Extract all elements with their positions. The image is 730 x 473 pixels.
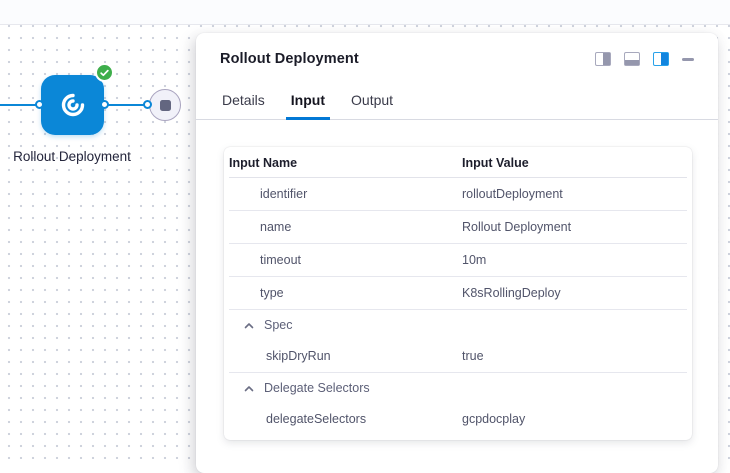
- input-row: skipDryRuntrue: [229, 340, 687, 373]
- chevron-up-icon[interactable]: [244, 322, 254, 329]
- step-details-panel: Rollout Deployment Details Input Output In…: [196, 33, 718, 473]
- tab-output[interactable]: Output: [349, 83, 395, 119]
- input-name: timeout: [229, 253, 462, 267]
- group-label: Spec: [264, 318, 293, 332]
- inputs-card: Input Name Input Value identifierrollout…: [224, 147, 692, 440]
- input-value: true: [462, 349, 687, 363]
- table-header-row: Input Name Input Value: [229, 148, 687, 178]
- minimize-icon[interactable]: [682, 58, 694, 61]
- layout-bottom-pane-icon[interactable]: [624, 52, 640, 66]
- input-row: delegateSelectorsgcpdocplay: [229, 403, 687, 435]
- input-row: nameRollout Deployment: [229, 211, 687, 244]
- node-label: Rollout Deployment: [12, 146, 132, 168]
- input-name: type: [229, 286, 462, 300]
- input-name: identifier: [229, 187, 462, 201]
- stop-square-icon: [160, 100, 171, 111]
- input-row: timeout10m: [229, 244, 687, 277]
- input-table-body: identifierrolloutDeploymentnameRollout D…: [229, 178, 687, 435]
- check-badge-icon: [95, 63, 114, 82]
- input-value: 10m: [462, 253, 687, 267]
- chevron-up-icon[interactable]: [244, 385, 254, 392]
- layout-right-pane-icon[interactable]: [595, 52, 611, 66]
- node-port-left[interactable]: [35, 100, 44, 109]
- input-value: K8sRollingDeploy: [462, 286, 687, 300]
- layout-right-pane-active-icon[interactable]: [653, 52, 669, 66]
- input-value: gcpdocplay: [462, 412, 687, 426]
- top-toolbar: [0, 0, 730, 25]
- column-header-input-value: Input Value: [462, 156, 687, 170]
- panel-tabs: Details Input Output: [196, 83, 718, 120]
- collapsible-group-row[interactable]: Delegate Selectors: [229, 373, 687, 403]
- stage-end-node[interactable]: [149, 89, 181, 121]
- input-value: rolloutDeployment: [462, 187, 687, 201]
- input-row: typeK8sRollingDeploy: [229, 277, 687, 310]
- rollout-spiral-icon: [58, 90, 88, 120]
- end-node-port[interactable]: [143, 100, 152, 109]
- group-label: Delegate Selectors: [264, 381, 370, 395]
- column-header-input-name: Input Name: [229, 156, 462, 170]
- tab-input[interactable]: Input: [289, 83, 327, 119]
- collapsible-group-row[interactable]: Spec: [229, 310, 687, 340]
- input-row: identifierrolloutDeployment: [229, 178, 687, 211]
- tab-details[interactable]: Details: [220, 83, 267, 119]
- edge-incoming: [0, 104, 37, 106]
- step-node-rollout-deployment[interactable]: [41, 75, 104, 135]
- node-port-right[interactable]: [100, 100, 109, 109]
- input-value: Rollout Deployment: [462, 220, 687, 234]
- input-name: skipDryRun: [229, 349, 462, 363]
- panel-title: Rollout Deployment: [220, 51, 359, 67]
- edge-outgoing: [107, 104, 145, 106]
- input-name: name: [229, 220, 462, 234]
- input-name: delegateSelectors: [229, 412, 462, 426]
- panel-header: Rollout Deployment: [196, 33, 718, 67]
- panel-controls: [595, 52, 694, 66]
